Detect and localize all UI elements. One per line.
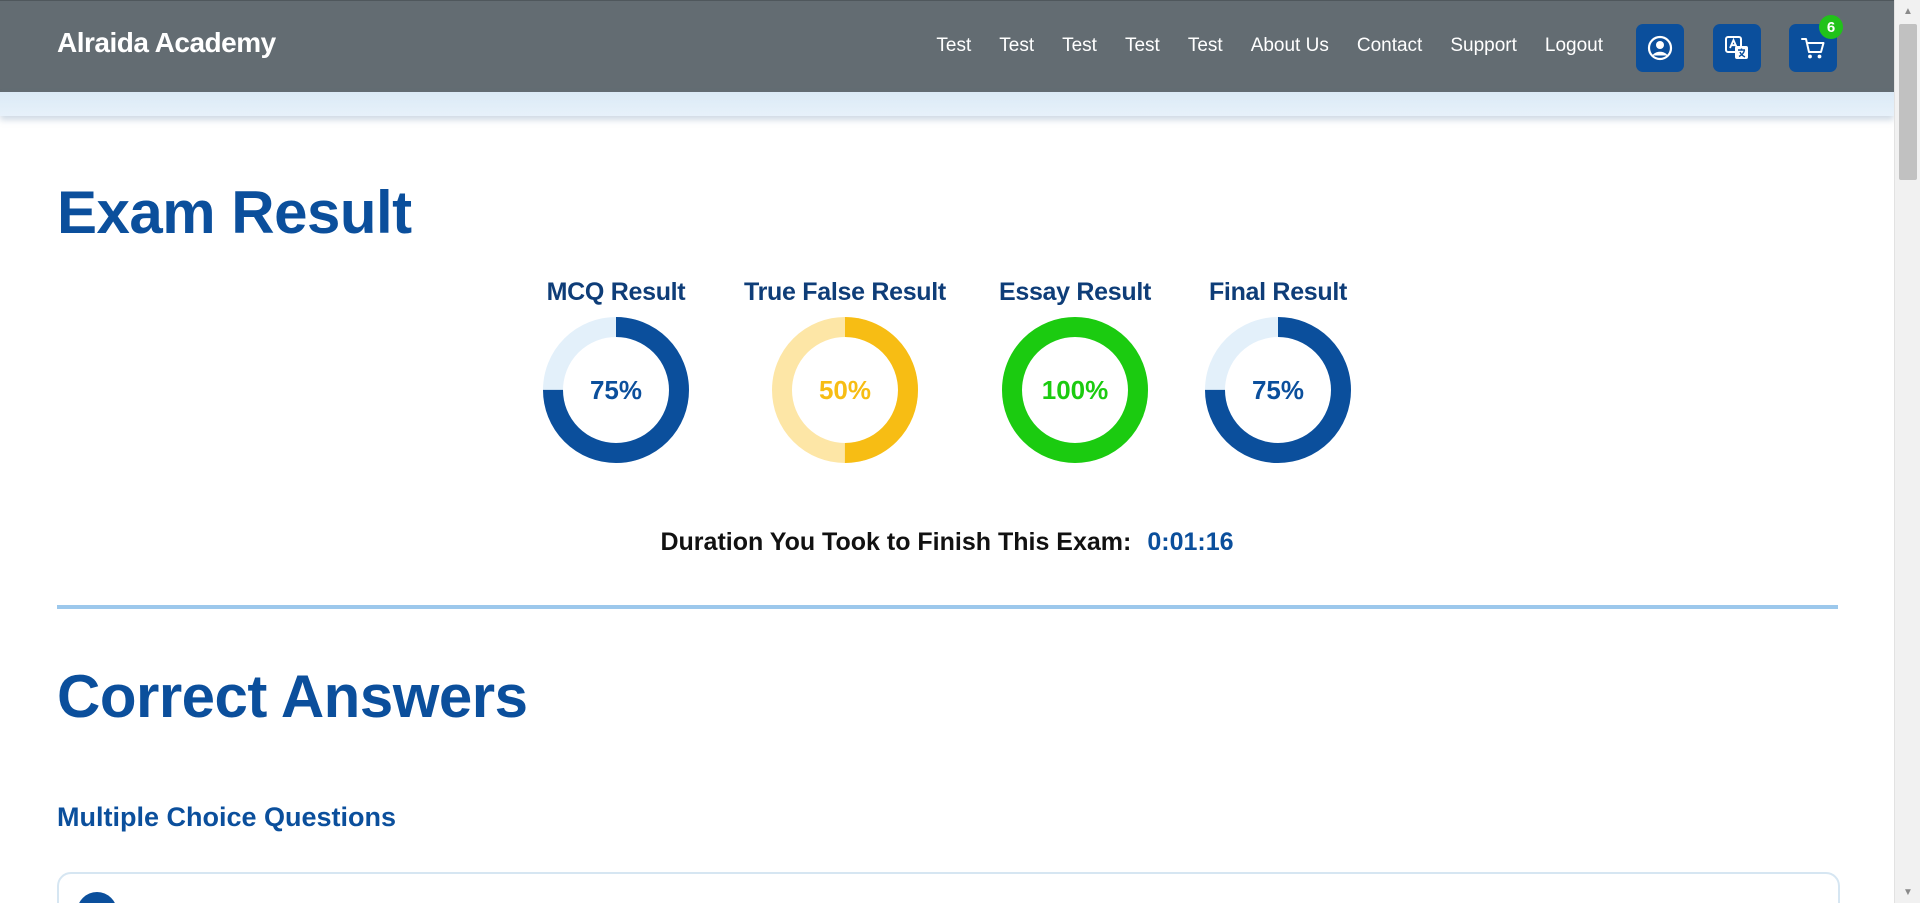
header-subbar bbox=[0, 92, 1894, 116]
true-false-result-value: 50% bbox=[818, 374, 872, 405]
exam-duration: Duration You Took to Finish This Exam: 0:… bbox=[0, 528, 1894, 557]
duration-value: 0:01:16 bbox=[1147, 528, 1234, 556]
correct-answers-title: Correct Answers bbox=[57, 663, 528, 730]
cart-button[interactable]: 6 bbox=[1789, 15, 1843, 72]
mcq-section-title: Multiple Choice Questions bbox=[57, 802, 397, 832]
question-card bbox=[57, 872, 1840, 903]
true-false-result: True False Result 50% bbox=[725, 278, 965, 463]
nav-link-logout[interactable]: Logout bbox=[1531, 35, 1617, 57]
profile-button[interactable] bbox=[1636, 24, 1684, 72]
nav-link-test-5[interactable]: Test bbox=[1174, 35, 1237, 57]
exam-result-title: Exam Result bbox=[57, 179, 412, 246]
viewport: Alraida Academy Test Test Test Test Test… bbox=[0, 0, 1894, 903]
final-result-value: 75% bbox=[1251, 374, 1305, 405]
shopping-cart-icon bbox=[1801, 38, 1825, 59]
section-divider bbox=[57, 605, 1838, 609]
language-button[interactable] bbox=[1713, 24, 1761, 72]
true-false-result-label: True False Result bbox=[744, 278, 946, 306]
duration-label: Duration You Took to Finish This Exam: bbox=[660, 528, 1132, 556]
essay-result-value: 100% bbox=[1041, 374, 1109, 405]
scrollbar-thumb[interactable] bbox=[1899, 24, 1917, 180]
final-result-label: Final Result bbox=[1208, 278, 1348, 306]
vertical-scrollbar[interactable]: ▲ ▼ bbox=[1894, 0, 1920, 903]
nav-link-support[interactable]: Support bbox=[1436, 35, 1531, 57]
user-circle-icon bbox=[1647, 35, 1673, 61]
nav-links: Test Test Test Test Test About Us Contac… bbox=[922, 35, 1617, 57]
question-number-badge bbox=[77, 892, 117, 903]
mcq-result-label: MCQ Result bbox=[546, 278, 686, 306]
nav-link-test-1[interactable]: Test bbox=[922, 35, 985, 57]
final-result-ring: 75% bbox=[1205, 317, 1351, 463]
mcq-result-ring: 75% bbox=[543, 317, 689, 463]
nav-link-test-4[interactable]: Test bbox=[1111, 35, 1174, 57]
mcq-result: MCQ Result 75% bbox=[496, 278, 736, 463]
nav-link-contact[interactable]: Contact bbox=[1343, 35, 1436, 57]
nav-link-about-us[interactable]: About Us bbox=[1237, 35, 1343, 57]
final-result: Final Result 75% bbox=[1158, 278, 1398, 463]
mcq-result-value: 75% bbox=[589, 374, 643, 405]
nav-link-test-2[interactable]: Test bbox=[985, 35, 1048, 57]
true-false-result-ring: 50% bbox=[772, 317, 918, 463]
nav-link-test-3[interactable]: Test bbox=[1048, 35, 1111, 57]
scroll-down-arrow-icon[interactable]: ▼ bbox=[1895, 883, 1920, 901]
brand-logo[interactable]: Alraida Academy bbox=[57, 27, 276, 59]
scroll-up-arrow-icon[interactable]: ▲ bbox=[1895, 2, 1920, 20]
cart-count-badge: 6 bbox=[1819, 15, 1843, 39]
translate-icon bbox=[1725, 36, 1748, 59]
essay-result-ring: 100% bbox=[1002, 317, 1148, 463]
top-navbar: Alraida Academy Test Test Test Test Test… bbox=[0, 0, 1894, 92]
page: Alraida Academy Test Test Test Test Test… bbox=[0, 0, 1920, 903]
